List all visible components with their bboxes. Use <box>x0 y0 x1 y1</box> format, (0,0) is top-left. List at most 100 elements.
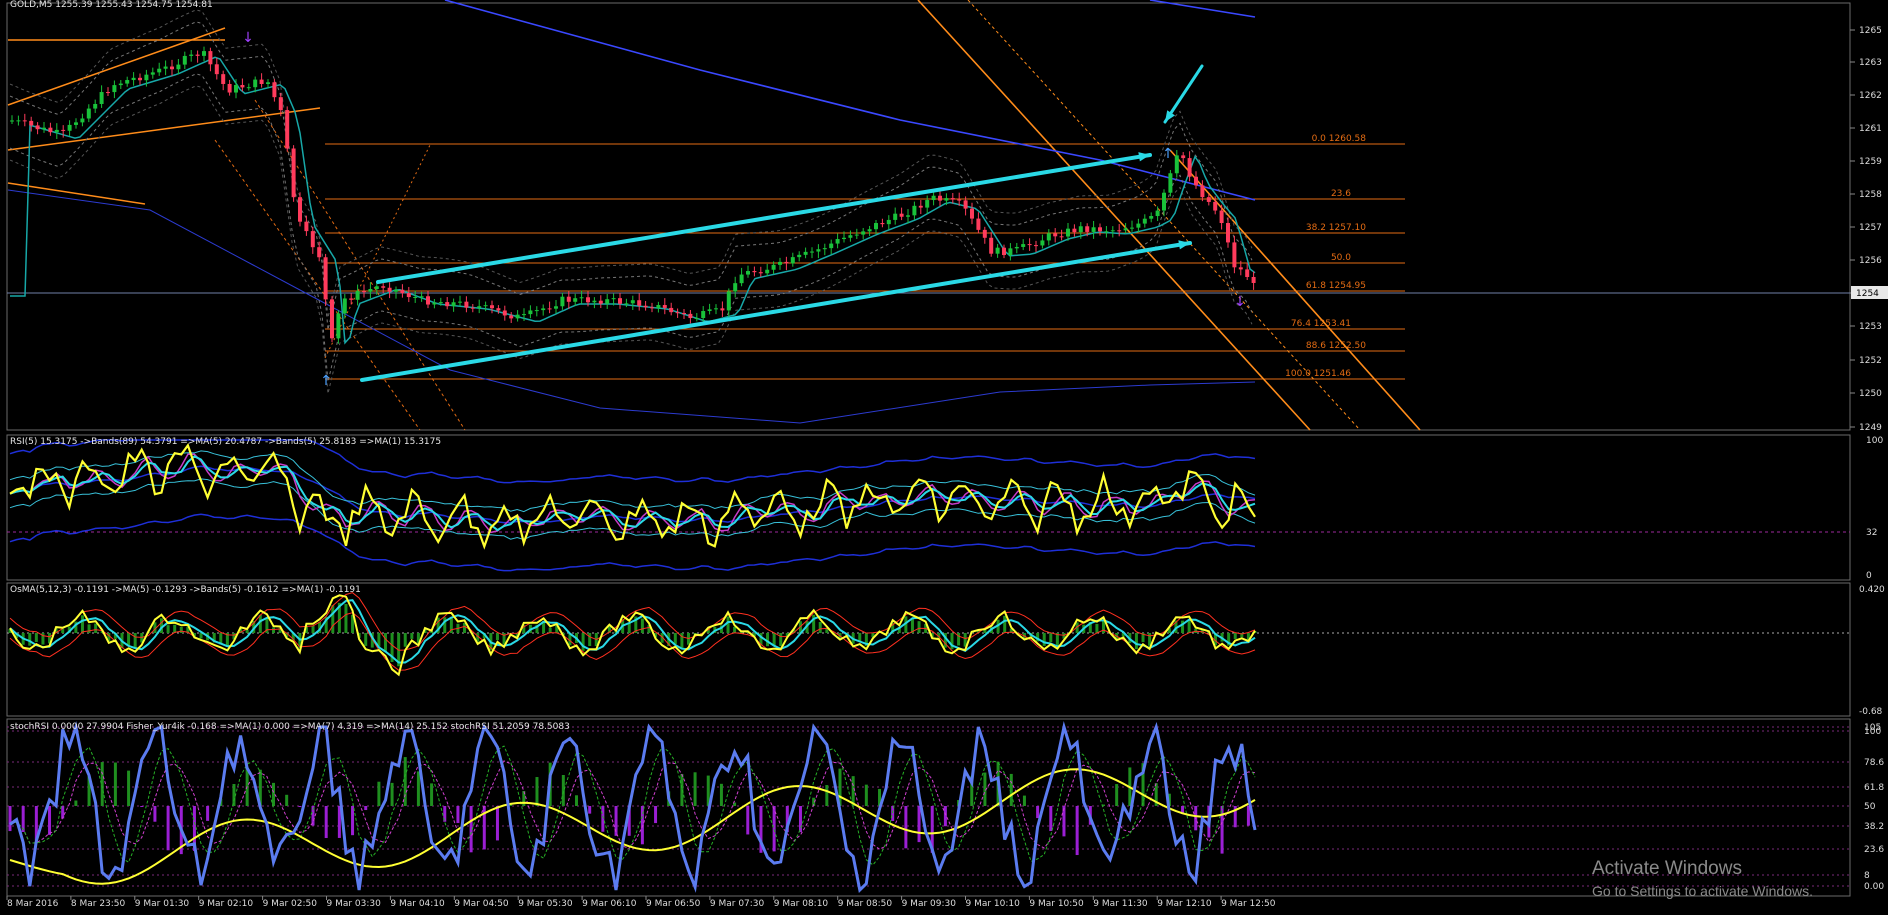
candle-body <box>99 92 104 104</box>
candle-body <box>611 298 616 300</box>
candle-body <box>861 231 866 235</box>
candle-body <box>726 291 731 311</box>
time-tick-label: 9 Mar 02:10 <box>199 899 254 909</box>
candle-body <box>586 297 590 303</box>
rsi-tick-label: 32 <box>1866 528 1877 538</box>
candle-body <box>445 302 450 307</box>
price-tick-label: 1249 <box>1859 423 1882 433</box>
candle-body <box>733 283 738 292</box>
candle-body <box>413 297 418 299</box>
candle-body <box>1014 246 1019 249</box>
candle-body <box>355 291 360 300</box>
activate-windows-subtitle: Go to Settings to activate Windows. <box>1592 883 1813 899</box>
fib-label: 88.6 1252.50 <box>1306 341 1366 351</box>
candle-body <box>317 247 322 258</box>
candle-body <box>1021 244 1026 247</box>
time-tick-label: 9 Mar 03:30 <box>327 899 382 909</box>
candle-body <box>765 269 770 274</box>
stoch-panel[interactable] <box>7 721 1850 893</box>
candle-body <box>758 272 763 274</box>
candle-body <box>400 289 405 294</box>
candle-body <box>1072 228 1077 233</box>
candle-body <box>1066 228 1070 237</box>
trading-chart[interactable]: 0.0 1260.58 23.6 38.2 1257.10 50.0 61.8 1254… <box>0 0 1888 915</box>
candle-body <box>1226 223 1230 243</box>
candles <box>10 46 1256 344</box>
candle-body <box>54 129 59 133</box>
candle-body <box>547 308 552 310</box>
candle-body <box>458 301 462 303</box>
candle-body <box>650 307 654 309</box>
candle-body <box>106 92 110 94</box>
fib-label: 100.0 1251.46 <box>1285 369 1351 379</box>
candle-body <box>528 310 533 315</box>
candle-body <box>1123 228 1128 231</box>
channel-line <box>917 0 1311 431</box>
candle-body <box>1117 230 1122 232</box>
candle-body <box>810 251 814 253</box>
osma-tick-label: -0.68 <box>1859 707 1883 717</box>
candle-body <box>195 54 200 56</box>
candle-body <box>470 307 475 309</box>
candle-body <box>720 308 725 311</box>
candle-body <box>963 200 968 209</box>
candle-body <box>426 296 430 305</box>
candle-body <box>950 198 955 200</box>
candle-body <box>477 306 482 308</box>
candle-body <box>605 299 610 304</box>
candle-body <box>1085 226 1090 232</box>
candle-body <box>598 300 603 304</box>
rsi-band-line <box>9 513 1256 572</box>
candle-body <box>976 218 981 230</box>
candle-body <box>822 248 827 250</box>
fib-label: 38.2 1257.10 <box>1306 223 1366 233</box>
candle-body <box>48 127 53 133</box>
candle-body <box>899 213 904 217</box>
candle-body <box>752 271 757 273</box>
candle-body <box>291 148 296 198</box>
candle-body <box>995 247 1000 254</box>
candle-body <box>662 305 667 308</box>
candle-body <box>739 274 744 284</box>
time-tick-label: 9 Mar 08:50 <box>838 899 893 909</box>
candle-body <box>496 308 501 311</box>
candle-body <box>669 307 674 313</box>
candle-body <box>1136 223 1141 228</box>
candle-body <box>16 120 21 122</box>
price-tick-label: 1262 <box>1859 91 1882 101</box>
candle-body <box>694 318 699 320</box>
candle-body <box>797 254 802 258</box>
candle-body <box>144 74 149 81</box>
candle-body <box>131 77 136 81</box>
candle-body <box>918 205 923 208</box>
rsi-panel[interactable] <box>7 439 1850 572</box>
candle-body <box>387 287 392 292</box>
price-panel[interactable]: 0.0 1260.58 23.6 38.2 1257.10 50.0 61.8 1254… <box>7 0 1850 431</box>
candle-body <box>618 298 622 304</box>
candle-body <box>790 257 795 264</box>
candle-body <box>867 229 872 232</box>
candle-body <box>266 82 270 84</box>
candle-body <box>406 293 411 298</box>
price-tick-label: 1258 <box>1859 190 1882 200</box>
candle-body <box>989 237 994 254</box>
candle-body <box>509 315 514 319</box>
time-tick-label: 9 Mar 10:10 <box>966 899 1021 909</box>
channel-line <box>1169 149 1421 431</box>
stoch-tick-label: 8 <box>1864 871 1870 881</box>
candle-body <box>1104 231 1109 233</box>
candle-body <box>1059 236 1064 238</box>
candle-body <box>938 195 942 201</box>
candle-body <box>912 205 917 216</box>
fib-label: 76.4 1253.41 <box>1291 319 1351 329</box>
candle-body <box>1008 248 1013 256</box>
rsi-ma-line <box>9 453 1256 534</box>
candle-body <box>304 221 309 232</box>
candle-body <box>630 300 635 304</box>
candle-body <box>816 249 821 252</box>
osma-panel[interactable] <box>7 592 1850 677</box>
time-tick-label: 9 Mar 09:30 <box>902 899 957 909</box>
stoch-tick-label: 61.8 <box>1864 783 1884 793</box>
time-tick-label: 9 Mar 04:50 <box>454 899 509 909</box>
candle-body <box>541 308 546 311</box>
